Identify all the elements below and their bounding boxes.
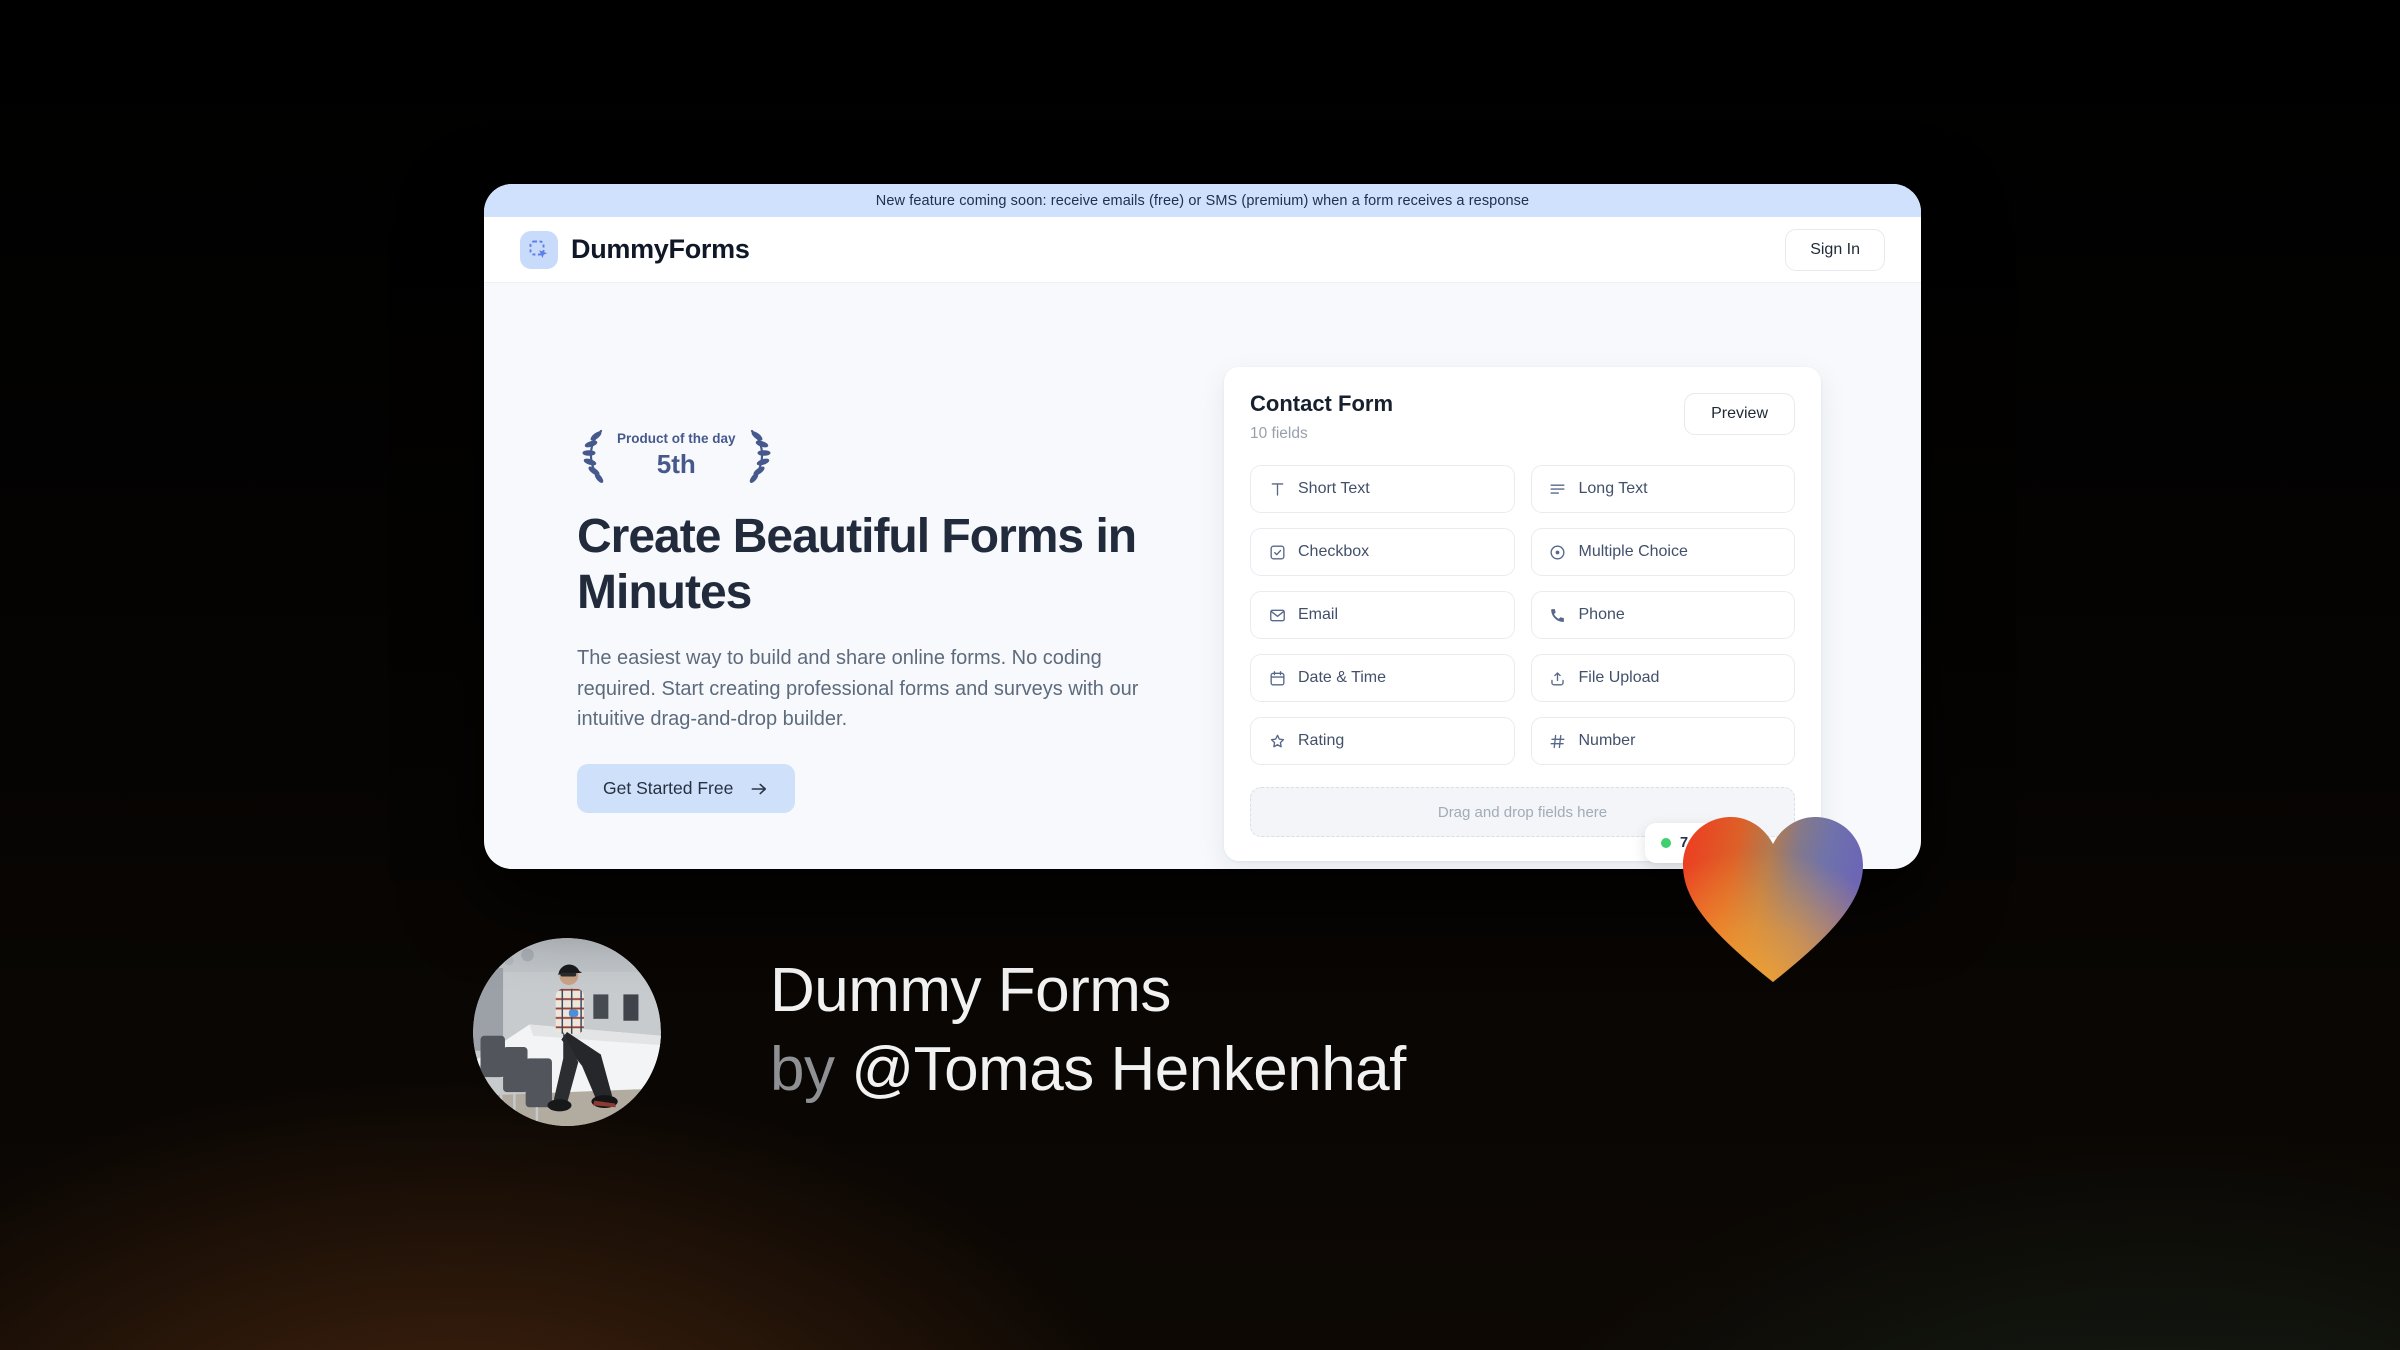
promo-canvas: New feature coming soon: receive emails … <box>0 0 2400 1350</box>
dummyforms-logo-icon <box>520 230 558 269</box>
phone-icon <box>1548 605 1568 625</box>
gradient-heart-icon <box>1683 817 1863 982</box>
browser-window: New feature coming soon: receive emails … <box>484 184 1921 869</box>
dropzone-text: Drag and drop fields here <box>1437 803 1608 821</box>
field-type-multiple-choice[interactable]: Multiple Choice <box>1530 528 1795 576</box>
rating-icon <box>1267 731 1287 751</box>
caption-by-label: by <box>770 1034 835 1104</box>
field-type-rating[interactable]: Rating <box>1250 717 1515 765</box>
short-text-icon <box>1267 479 1287 499</box>
field-type-email[interactable]: Email <box>1250 591 1515 639</box>
announcement-banner: New feature coming soon: receive emails … <box>484 184 1921 217</box>
field-type-short-text[interactable]: Short Text <box>1250 465 1515 513</box>
caption-author: @Tomas Henkenhaf <box>851 1034 1406 1104</box>
maker-avatar <box>473 938 661 1126</box>
sign-in-button[interactable]: Sign In <box>1785 228 1885 271</box>
laurel-left-icon <box>582 429 604 483</box>
hero-section: Product of the day 5th Create Beautiful … <box>577 427 1197 814</box>
announcement-text: New feature coming soon: receive emails … <box>875 192 1530 209</box>
form-builder-card: Contact Form 10 fields Preview Short Tex… <box>1224 367 1821 861</box>
field-type-file-upload[interactable]: File Upload <box>1530 654 1795 702</box>
laurel-right-icon <box>749 429 771 483</box>
field-type-checkbox[interactable]: Checkbox <box>1250 528 1515 576</box>
get-started-button[interactable]: Get Started Free <box>577 764 796 814</box>
product-of-the-day-badge: Product of the day 5th <box>577 427 771 483</box>
award-line1: Product of the day <box>617 430 736 446</box>
hero-title: Create Beautiful Forms in Minutes <box>577 510 1137 620</box>
preview-button[interactable]: Preview <box>1684 393 1795 435</box>
field-type-date-time[interactable]: Date & Time <box>1250 654 1515 702</box>
number-icon <box>1548 731 1568 751</box>
email-icon <box>1267 605 1287 625</box>
file-upload-icon <box>1548 668 1568 688</box>
field-grid: Short Text Long Text Checkbox Multiple C… <box>1250 465 1795 765</box>
caption: Dummy Forms by @Tomas Henkenhaf <box>770 952 1406 1109</box>
field-type-number[interactable]: Number <box>1530 717 1795 765</box>
multiple-choice-icon <box>1548 542 1568 562</box>
site-header: DummyForms Sign In <box>484 217 1921 283</box>
brand-logo[interactable]: DummyForms <box>520 230 750 269</box>
cta-label: Get Started Free <box>603 778 734 799</box>
caption-product-name: Dummy Forms <box>770 956 1171 1025</box>
checkbox-icon <box>1267 542 1287 562</box>
date-time-icon <box>1267 668 1287 688</box>
field-type-phone[interactable]: Phone <box>1530 591 1795 639</box>
online-dot-icon <box>1661 838 1671 848</box>
long-text-icon <box>1548 479 1568 499</box>
arrow-right-icon <box>751 783 767 795</box>
field-type-long-text[interactable]: Long Text <box>1530 465 1795 513</box>
brand-name: DummyForms <box>571 234 750 264</box>
hero-description: The easiest way to build and share onlin… <box>577 647 1139 731</box>
award-rank: 5th <box>656 448 696 479</box>
